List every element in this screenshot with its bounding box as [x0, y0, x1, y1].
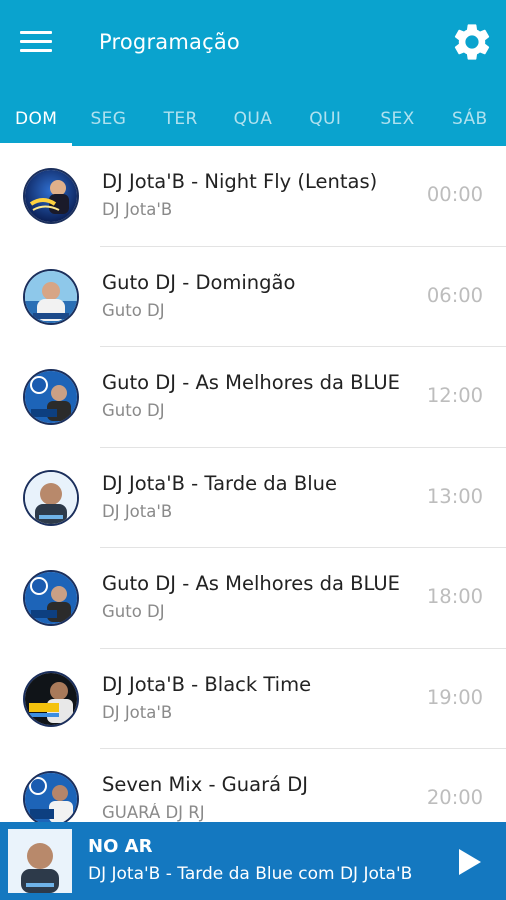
program-host: Guto DJ	[102, 300, 165, 320]
dj-jotab-photo	[23, 470, 79, 526]
black-time-logo	[23, 671, 79, 727]
program-host: DJ Jota'B	[102, 200, 173, 219]
blue-guara-dj-logo	[23, 771, 79, 827]
program-host: Guto DJ	[102, 401, 165, 420]
now-playing-bar[interactable]: NO AR DJ Jota'B - Tarde da Blue com DJ J…	[0, 822, 506, 900]
program-time: 00:00	[426, 183, 484, 206]
now-playing-thumbnail	[8, 829, 72, 893]
program-title: Guto DJ - Domingão	[102, 270, 296, 294]
guto-dj-photo	[23, 269, 79, 325]
blue-guto-dj-logo	[23, 570, 79, 626]
program-title: Guto DJ - As Melhores da BLUE	[102, 572, 401, 595]
tab-dom[interactable]: DOM	[0, 92, 73, 146]
program-time: 13:00	[426, 484, 484, 508]
schedule-list: DJ Jota'B - Night Fly (Lentas) DJ Jota'B…	[0, 146, 506, 850]
program-title: Guto DJ - As Melhores da BLUE	[102, 371, 401, 394]
schedule-item[interactable]: Guto DJ - As Melhores da BLUE Guto DJ 12…	[0, 347, 506, 448]
program-host: DJ Jota'B	[102, 501, 173, 521]
day-tabs: DOM SEG TER QUA QUI SEX SÁB	[0, 92, 506, 146]
tab-qua[interactable]: QUA	[217, 92, 289, 146]
schedule-item[interactable]: DJ Jota'B - Tarde da Blue DJ Jota'B 13:0…	[0, 448, 506, 548]
hamburger-menu-icon	[20, 30, 52, 34]
tab-seg[interactable]: SEG	[72, 92, 144, 146]
menu-button[interactable]	[20, 24, 60, 58]
top-app-bar: Programação DOM SEG TER QUA QUI SEX SÁB	[0, 0, 506, 146]
schedule-item[interactable]: Guto DJ - Domingão Guto DJ 06:00	[0, 247, 506, 347]
program-time: 12:00	[426, 384, 484, 407]
program-host: DJ Jota'B	[102, 702, 173, 722]
schedule-item[interactable]: DJ Jota'B - Black Time DJ Jota'B 19:00	[0, 649, 506, 749]
settings-button[interactable]	[450, 20, 494, 64]
schedule-item[interactable]: DJ Jota'B - Night Fly (Lentas) DJ Jota'B…	[0, 146, 506, 247]
play-icon	[459, 849, 481, 875]
program-title: DJ Jota'B - Night Fly (Lentas)	[102, 170, 378, 193]
night-fly-logo	[23, 168, 79, 224]
program-title: DJ Jota'B - Black Time	[102, 672, 312, 696]
tab-ter[interactable]: TER	[145, 92, 217, 146]
on-air-label: NO AR	[88, 836, 153, 857]
play-button[interactable]	[450, 844, 486, 880]
page-title: Programação	[99, 30, 240, 54]
program-title: Seven Mix - Guará DJ	[102, 773, 309, 796]
tab-sab[interactable]: SÁB	[434, 92, 506, 146]
schedule-item[interactable]: Guto DJ - As Melhores da BLUE Guto DJ 18…	[0, 548, 506, 649]
program-host: Guto DJ	[102, 602, 165, 621]
now-playing-track: DJ Jota'B - Tarde da Blue com DJ Jota'B	[88, 864, 413, 884]
blue-guto-dj-logo	[23, 369, 79, 425]
program-title: DJ Jota'B - Tarde da Blue	[102, 471, 337, 495]
tab-sex[interactable]: SEX	[361, 92, 433, 146]
program-time: 20:00	[426, 786, 484, 809]
gear-icon	[454, 24, 490, 60]
program-time: 06:00	[426, 283, 484, 307]
tab-qui[interactable]: QUI	[289, 92, 361, 146]
program-time: 18:00	[426, 585, 484, 608]
program-time: 19:00	[426, 685, 484, 709]
app-screen: Programação DOM SEG TER QUA QUI SEX SÁB	[0, 0, 506, 900]
